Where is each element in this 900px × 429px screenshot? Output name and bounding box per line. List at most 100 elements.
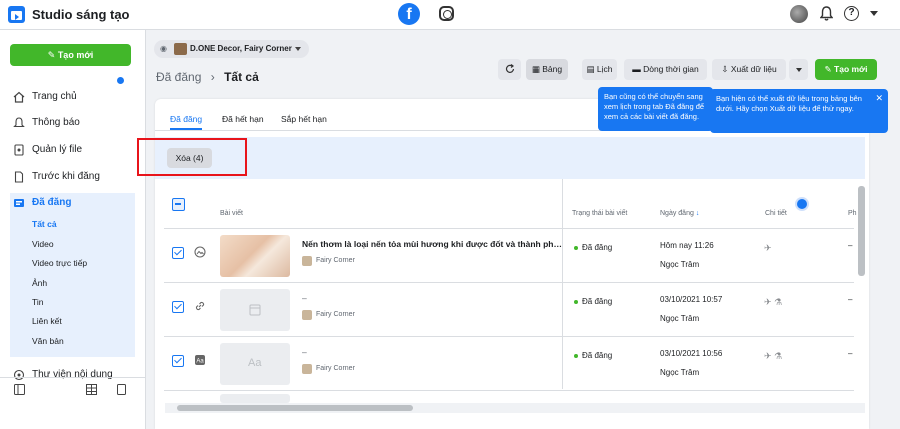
top-bar: Studio sáng tạo f ? [0,0,900,30]
creator-studio-logo-icon [8,6,25,23]
facebook-icon[interactable]: f [398,3,420,25]
sidebar-toggle-icon[interactable] [14,384,25,395]
post-author: Ngọc Trâm [660,314,700,323]
instagram-icon[interactable] [439,6,454,21]
post-page: Fairy Corner [302,364,355,374]
published-icon [14,199,24,207]
sidebar-subitem-all[interactable]: Tất cả [32,217,57,231]
text-post-icon: Aa [195,355,205,365]
sidebar-subitem-video[interactable]: Video [32,237,54,251]
post-author: Ngọc Trâm [660,368,700,377]
sidebar-item-label: Đã đăng [32,197,72,208]
export-data-button[interactable]: ⇩ Xuất dữ liệu [712,59,786,80]
refresh-button[interactable] [498,59,521,80]
photo-icon [194,246,206,258]
tooltip-export-text: Bạn hiện có thể xuất dữ liệu trong bảng … [716,94,862,113]
post-title[interactable]: Nến thơm là loại nến tỏa mùi hương khi đ… [302,239,562,249]
extra-value: – [848,295,853,304]
select-all-checkbox[interactable] [172,198,185,211]
row-checkbox[interactable] [172,301,184,313]
sidebar-item-notifications[interactable]: Thông báo [10,114,135,132]
row-checkbox[interactable] [172,247,184,259]
col-header-post[interactable]: Bài viết [220,210,243,217]
sidebar-subitem-link[interactable]: Liên kết [32,314,62,328]
tooltip-calendar: Bạn cũng có thể chuyển sang xem lịch tro… [598,87,713,131]
sidebar-item-files[interactable]: Quản lý file [10,141,135,159]
tooltip-calendar-text: Bạn cũng có thể chuyển sang xem lịch tro… [604,92,705,121]
highlight-box [137,138,247,176]
export-data-label: Xuất dữ liệu [730,64,777,74]
close-icon[interactable]: ✕ [875,93,883,103]
sidebar-subitem-story[interactable]: Tin [32,295,44,309]
extra-value: – [848,349,853,358]
sidebar-item-label: Quản lý file [32,144,83,155]
bell-icon [13,117,25,128]
app-title: Studio sáng tạo [32,7,130,22]
post-title[interactable]: – [302,293,307,303]
boost-icon[interactable]: ✈ ⚗ [764,351,782,362]
tab-expired[interactable]: Đã hết hạn [222,108,264,130]
scrollbar-thumb[interactable] [177,405,413,411]
tab-expiring[interactable]: Sắp hết hạn [281,108,327,130]
bell-icon[interactable] [820,6,833,21]
vertical-scrollbar[interactable] [858,186,865,276]
post-thumbnail[interactable] [220,235,290,277]
sidebar-item-home[interactable]: Trang chủ [10,88,135,106]
view-calendar-button[interactable]: ▤ Lịch [582,59,617,80]
post-author: Ngọc Trâm [660,260,700,269]
horizontal-scrollbar[interactable] [165,403,865,413]
avatar[interactable] [790,5,808,23]
view-table-label: Bảng [542,64,563,74]
tab-published[interactable]: Đã đăng [170,108,203,130]
help-icon[interactable]: ? [844,6,859,21]
table-icon: ▦ [531,64,540,74]
sidebar-item-label: Thông báo [32,117,80,128]
page-selector[interactable]: ◉ D.ONE Decor, Fairy Corner [154,40,309,58]
col-header-detail[interactable]: Chi tiết [765,210,787,217]
breadcrumb-current: Tất cả [224,70,259,84]
sidebar-subitem-live-video[interactable]: Video trực tiếp [32,256,87,270]
row-checkbox[interactable] [172,355,184,367]
create-post-button[interactable]: ✎ Tạo mới [10,44,131,66]
col-header-extra[interactable]: Ph [848,210,857,217]
post-thumbnail[interactable] [220,289,290,331]
view-timeline-button[interactable]: ▬ Dòng thời gian [624,59,707,80]
sidebar-subitem-photo[interactable]: Ảnh [32,276,47,290]
sidebar-item-label: Trang chủ [32,91,77,102]
table-row[interactable]: – Fairy Corner Đã đăng 03/10/2021 10:57 … [164,282,854,336]
document-icon [14,171,24,183]
export-icon: ⇩ [721,64,729,74]
post-page: Fairy Corner [302,256,355,266]
post-thumbnail [220,394,290,403]
sidebar-footer [0,377,146,399]
col-header-date[interactable]: Ngày đăng ↓ [660,210,699,217]
breadcrumb-parent[interactable]: Đã đăng [156,70,201,84]
sidebar-item-published[interactable]: Đã đăng [10,194,135,212]
tablet-icon[interactable] [116,384,127,395]
placeholder-icon [249,304,261,316]
table-row[interactable] [164,390,854,403]
table-row[interactable]: Nến thơm là loại nến tỏa mùi hương khi đ… [164,228,854,282]
status-badge: Đã đăng [574,351,612,360]
table-row[interactable]: Aa Aa – Fairy Corner Đã đăng 03/10/2021 … [164,336,854,390]
calendar-icon: ▤ [586,64,595,74]
grid-icon[interactable] [86,384,97,395]
col-header-status[interactable]: Trạng thái bài viết [572,210,627,217]
sidebar-subitem-text[interactable]: Văn bản [32,334,64,348]
post-title[interactable]: – [302,347,307,357]
create-button[interactable]: ✎ Tạo mới [815,59,877,80]
page-selector-label: D.ONE Decor, Fairy Corner [190,44,292,53]
view-table-button[interactable]: ▦ Bảng [526,59,568,80]
status-badge: Đã đăng [574,243,612,252]
column-settings-dot[interactable] [797,199,807,209]
account-menu-caret-icon[interactable] [870,11,878,16]
post-thumbnail[interactable]: Aa [220,343,290,385]
sidebar-item-drafts[interactable]: Trước khi đăng [10,168,135,186]
more-options-button[interactable] [789,59,808,80]
file-icon [14,144,24,156]
boost-icon[interactable]: ✈ [764,243,772,254]
published-submenu [10,193,135,357]
view-timeline-label: Dòng thời gian [643,64,699,74]
boost-icon[interactable]: ✈ ⚗ [764,297,782,308]
extra-value: – [848,241,853,250]
